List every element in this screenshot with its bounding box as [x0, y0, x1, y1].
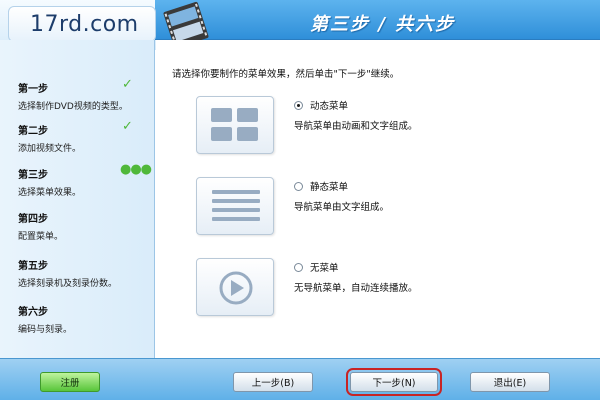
main-panel: 请选择你要制作的菜单效果，然后单击"下一步"继续。 动态菜单 导航菜单由动画和文… — [156, 40, 600, 358]
sidebar-step-2: 第二步 添加视频文件。 ✓ — [18, 119, 148, 154]
option-thumbnail[interactable] — [196, 96, 274, 154]
step-title: 第三步 / 共六步 — [310, 14, 456, 35]
sidebar-step-3: 第三步 选择菜单效果。 ●●● — [18, 162, 152, 198]
radio-row[interactable]: 无菜单 — [294, 260, 339, 274]
sidebar-step-desc: 选择菜单效果。 — [18, 188, 82, 198]
option-description: 导航菜单由动画和文字组成。 — [294, 121, 418, 132]
option-thumbnail[interactable] — [196, 258, 274, 316]
option-dynamic-menu[interactable]: 动态菜单 导航菜单由动画和文字组成。 — [196, 96, 586, 156]
radio-button[interactable] — [294, 181, 303, 191]
sidebar-step-desc: 配置菜单。 — [18, 232, 64, 242]
in-progress-dots-icon: ●●● — [120, 162, 152, 177]
sidebar-step-title: 第六步 — [18, 307, 48, 318]
sidebar-step-desc: 编码与刻录。 — [18, 325, 73, 335]
instruction-text: 请选择你要制作的菜单效果，然后单击"下一步"继续。 — [172, 69, 400, 80]
register-button[interactable]: 注册 — [40, 372, 100, 392]
option-no-menu[interactable]: 无菜单 无导航菜单，自动连续播放。 — [196, 258, 586, 318]
sidebar-step-desc: 选择制作DVD视频的类型。 — [18, 102, 128, 112]
play-icon — [219, 271, 253, 305]
list-lines-icon — [212, 190, 260, 221]
grid-icon — [211, 108, 258, 141]
option-description: 导航菜单由文字组成。 — [294, 202, 390, 213]
exit-button[interactable]: 退出(E) — [470, 372, 550, 392]
radio-label[interactable]: 静态菜单 — [310, 179, 348, 193]
footer-bar: 注册 上一步(B) 下一步(N) 退出(E) — [0, 358, 600, 400]
sidebar-step-5: 第五步 选择刻录机及刻录份数。 — [18, 257, 148, 289]
radio-label[interactable]: 无菜单 — [310, 260, 339, 274]
sidebar-step-title: 第四步 — [18, 214, 48, 225]
radio-row[interactable]: 动态菜单 — [294, 98, 348, 112]
option-description: 无导航菜单，自动连续播放。 — [294, 283, 418, 294]
sidebar-step-1: 第一步 选择制作DVD视频的类型。 ✓ — [18, 77, 148, 112]
option-static-menu[interactable]: 静态菜单 导航菜单由文字组成。 — [196, 177, 586, 237]
radio-label[interactable]: 动态菜单 — [310, 98, 348, 112]
sidebar-step-6: 第六步 编码与刻录。 — [18, 303, 148, 335]
wizard-window: 17rd.com 第三步 / 共六步 第一步 选择制作DVD视频的类型。 ✓ 第… — [0, 0, 600, 400]
sidebar-step-desc: 添加视频文件。 — [18, 144, 82, 154]
radio-button[interactable] — [294, 262, 303, 272]
option-thumbnail[interactable] — [196, 177, 274, 235]
sidebar: 第一步 选择制作DVD视频的类型。 ✓ 第二步 添加视频文件。 ✓ 第三步 选择… — [0, 40, 155, 358]
checkmark-icon: ✓ — [122, 119, 133, 134]
checkmark-icon: ✓ — [122, 77, 133, 92]
sidebar-step-title: 第五步 — [18, 261, 48, 272]
sidebar-step-4: 第四步 配置菜单。 — [18, 210, 148, 242]
prev-button[interactable]: 上一步(B) — [233, 372, 313, 392]
radio-row[interactable]: 静态菜单 — [294, 179, 348, 193]
next-button[interactable]: 下一步(N) — [346, 368, 442, 396]
sidebar-step-desc: 选择刻录机及刻录份数。 — [18, 279, 118, 289]
radio-button[interactable] — [294, 100, 303, 110]
logo-text: 17rd.com — [30, 12, 139, 37]
